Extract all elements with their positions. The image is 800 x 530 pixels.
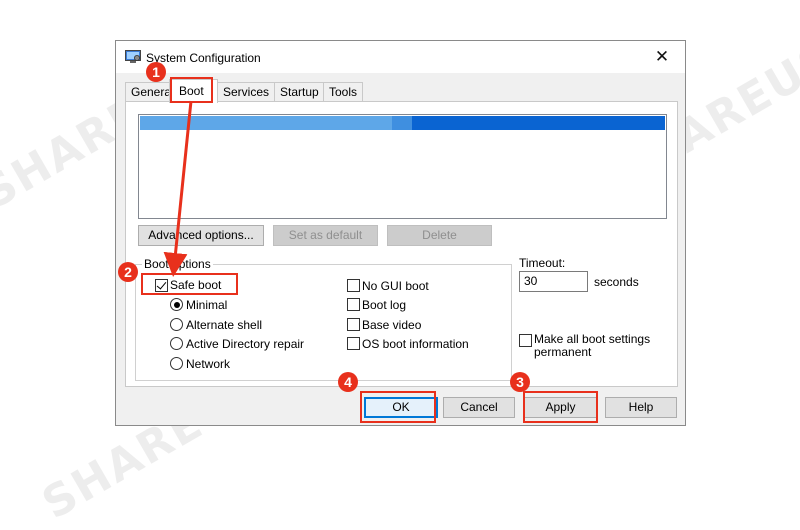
close-button[interactable]: ✕: [639, 41, 685, 73]
title-bar: System Configuration ✕: [116, 41, 685, 73]
advanced-options-button[interactable]: Advanced options...: [138, 225, 264, 246]
minimal-radio[interactable]: [170, 298, 183, 311]
help-button[interactable]: Help: [605, 397, 677, 418]
network-radio[interactable]: [170, 357, 183, 370]
no-gui-boot-checkbox[interactable]: [347, 279, 360, 292]
safe-boot-label: Safe boot: [170, 278, 222, 292]
boot-options-legend: Boot options: [142, 257, 213, 271]
close-icon: ✕: [654, 47, 670, 66]
cancel-button[interactable]: Cancel: [443, 397, 515, 418]
tab-boot[interactable]: Boot: [169, 79, 218, 103]
base-video-checkbox[interactable]: [347, 318, 360, 331]
tab-startup[interactable]: Startup: [274, 82, 324, 102]
make-permanent-checkbox[interactable]: [519, 334, 532, 347]
no-gui-boot-label: No GUI boot: [362, 279, 429, 293]
base-video-label: Base video: [362, 318, 422, 332]
tab-services[interactable]: Services: [217, 82, 275, 102]
selection-highlight: [140, 116, 412, 130]
ok-button[interactable]: OK: [364, 397, 438, 418]
timeout-input[interactable]: 30: [519, 271, 588, 292]
boot-os-entry-selected[interactable]: [140, 116, 665, 130]
safe-boot-checkbox[interactable]: [155, 279, 168, 292]
os-boot-information-checkbox[interactable]: [347, 337, 360, 350]
delete-button[interactable]: Delete: [387, 225, 492, 246]
boot-os-list[interactable]: [138, 114, 667, 219]
selection-highlight: [392, 116, 412, 130]
window-title: System Configuration: [146, 51, 261, 65]
timeout-label: Timeout:: [519, 256, 566, 270]
boot-log-checkbox[interactable]: [347, 298, 360, 311]
alternate-shell-label: Alternate shell: [186, 318, 263, 332]
tab-general[interactable]: General: [125, 82, 174, 102]
minimal-label: Minimal: [186, 298, 228, 312]
alternate-shell-radio[interactable]: [170, 318, 183, 331]
make-permanent-label: Make all boot settings permanent: [534, 332, 651, 359]
boot-log-label: Boot log: [362, 298, 407, 312]
tab-tools[interactable]: Tools: [323, 82, 363, 102]
network-label: Network: [186, 357, 231, 371]
os-boot-information-label: OS boot information: [362, 337, 469, 351]
apply-button[interactable]: Apply: [524, 397, 597, 418]
system-configuration-dialog: System Configuration ✕ General Boot Serv…: [115, 40, 686, 426]
active-directory-repair-label: Active Directory repair: [186, 337, 305, 351]
boot-options-group: Boot options Safe boot Minimal Alternate…: [135, 257, 512, 381]
monitor-gear-icon: [125, 50, 141, 63]
timeout-unit-label: seconds: [594, 275, 639, 289]
set-as-default-button[interactable]: Set as default: [273, 225, 378, 246]
active-directory-repair-radio[interactable]: [170, 337, 183, 350]
boot-tab-panel: Advanced options... Set as default Delet…: [125, 101, 678, 387]
